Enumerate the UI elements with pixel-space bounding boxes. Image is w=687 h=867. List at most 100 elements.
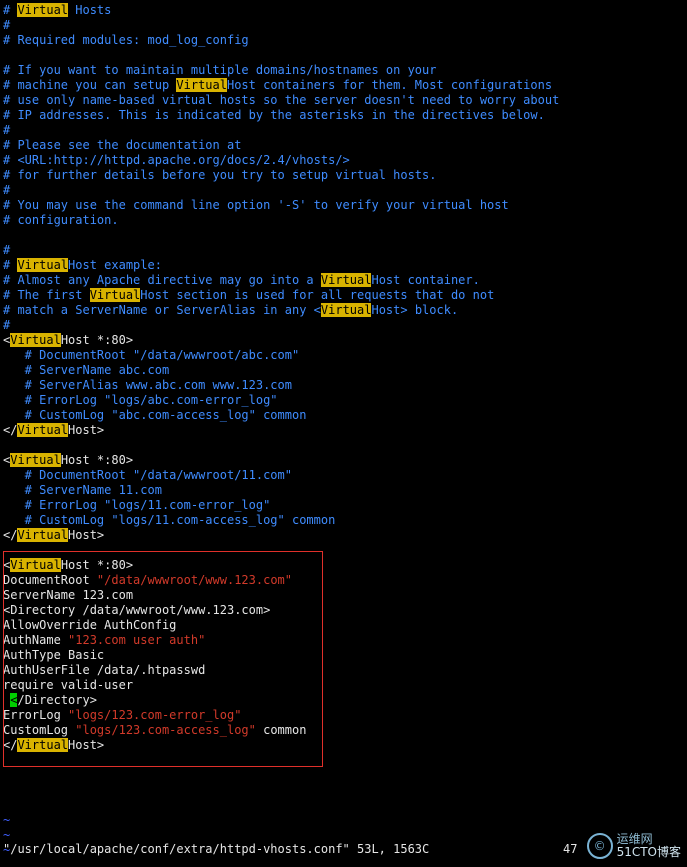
buffer-line[interactable]: # CustomLog "abc.com-access_log" common (3, 408, 685, 423)
buffer-line[interactable]: # VirtualHost example: (3, 258, 685, 273)
buffer-line[interactable] (3, 753, 685, 768)
buffer-line[interactable]: ~ (3, 828, 685, 843)
line-text: # The first (3, 288, 90, 302)
buffer-line[interactable]: # (3, 183, 685, 198)
buffer-line[interactable] (3, 48, 685, 63)
buffer-line[interactable] (3, 543, 685, 558)
buffer-line[interactable]: # ServerName abc.com (3, 363, 685, 378)
line-text: AuthType Basic (3, 648, 105, 662)
line-text: # CustomLog "abc.com-access_log" common (3, 408, 307, 422)
buffer-line[interactable]: AuthUserFile /data/.htpasswd (3, 663, 685, 678)
buffer-line[interactable]: # (3, 243, 685, 258)
buffer-line[interactable]: AuthType Basic (3, 648, 685, 663)
line-text: Host> (68, 738, 105, 752)
buffer-line[interactable]: # Virtual Hosts (3, 3, 685, 18)
buffer-line[interactable]: ServerName 123.com (3, 588, 685, 603)
buffer-line[interactable]: # DocumentRoot "/data/wwwroot/11.com" (3, 468, 685, 483)
line-text: AuthName (3, 633, 69, 647)
buffer-line[interactable]: <Directory /data/wwwroot/www.123.com> (3, 603, 685, 618)
line-text: ErrorLog (3, 708, 69, 722)
line-text: Host section is used for all requests th… (140, 288, 495, 302)
buffer-line[interactable]: # (3, 318, 685, 333)
line-text: # ServerName abc.com (3, 363, 170, 377)
buffer-line[interactable]: AuthName "123.com user auth" (3, 633, 685, 648)
buffer-line[interactable]: AllowOverride AuthConfig (3, 618, 685, 633)
buffer-line[interactable] (3, 228, 685, 243)
line-text: </ (3, 528, 18, 542)
buffer-line[interactable]: # If you want to maintain multiple domai… (3, 63, 685, 78)
buffer-line[interactable]: # configuration. (3, 213, 685, 228)
buffer-line[interactable]: ~ (3, 813, 685, 828)
line-text: AuthUserFile /data/.htpasswd (3, 663, 206, 677)
line-text: /Directory> (17, 693, 97, 707)
line-text: # (3, 318, 11, 332)
vim-buffer[interactable]: # Virtual Hosts # # Required modules: mod_… (3, 3, 685, 858)
buffer-line[interactable]: # match a ServerName or ServerAlias in a… (3, 303, 685, 318)
search-match: Virtual (17, 258, 69, 272)
buffer-line[interactable]: </VirtualHost> (3, 528, 685, 543)
buffer-line[interactable]: <VirtualHost *:80> (3, 333, 685, 348)
buffer-line[interactable]: CustomLog "logs/123.com-access_log" comm… (3, 723, 685, 738)
line-text: # CustomLog "logs/11.com-access_log" com… (3, 513, 336, 527)
buffer-line[interactable]: require valid-user (3, 678, 685, 693)
line-text: # ErrorLog "logs/abc.com-error_log" (3, 393, 278, 407)
status-line-position: 47 (563, 842, 578, 856)
buffer-line[interactable]: # machine you can setup VirtualHost cont… (3, 78, 685, 93)
line-text: # (3, 123, 11, 137)
buffer-line[interactable]: <VirtualHost *:80> (3, 453, 685, 468)
buffer-line[interactable]: # Required modules: mod_log_config (3, 33, 685, 48)
line-text: </ (3, 423, 18, 437)
buffer-line[interactable] (3, 438, 685, 453)
buffer-line[interactable]: # DocumentRoot "/data/wwwroot/abc.com" (3, 348, 685, 363)
line-text: # (3, 3, 18, 17)
buffer-line[interactable]: # The first VirtualHost section is used … (3, 288, 685, 303)
buffer-line[interactable]: # use only name-based virtual hosts so t… (3, 93, 685, 108)
buffer-line[interactable]: # for further details before you try to … (3, 168, 685, 183)
line-text: Host> (68, 528, 105, 542)
line-text: Hosts (68, 3, 112, 17)
line-text: require valid-user (3, 678, 134, 692)
line-text: # use only name-based virtual hosts so t… (3, 93, 560, 107)
buffer-line[interactable]: # ErrorLog "logs/11.com-error_log" (3, 498, 685, 513)
buffer-line[interactable]: ErrorLog "logs/123.com-error_log" (3, 708, 685, 723)
buffer-line[interactable]: # ServerAlias www.abc.com www.123.com (3, 378, 685, 393)
buffer-line[interactable]: # Almost any Apache directive may go int… (3, 273, 685, 288)
line-text: ~ (3, 828, 11, 842)
buffer-line[interactable]: # (3, 18, 685, 33)
buffer-line[interactable]: DocumentRoot "/data/wwwroot/www.123.com" (3, 573, 685, 588)
buffer-line[interactable]: # You may use the command line option '-… (3, 198, 685, 213)
buffer-line[interactable]: <VirtualHost *:80> (3, 558, 685, 573)
buffer-line[interactable]: # CustomLog "logs/11.com-access_log" com… (3, 513, 685, 528)
line-text: "logs/123.com-access_log" (75, 723, 256, 737)
line-text: "123.com user auth" (68, 633, 206, 647)
line-text: ServerName 123.com (3, 588, 134, 602)
buffer-line[interactable] (3, 798, 685, 813)
buffer-line[interactable]: # Please see the documentation at (3, 138, 685, 153)
line-text: Host *:80> (60, 333, 134, 347)
search-match: Virtual (17, 528, 69, 542)
line-text: ~ (3, 813, 11, 827)
buffer-line[interactable]: # IP addresses. This is indicated by the… (3, 108, 685, 123)
line-text: # IP addresses. This is indicated by the… (3, 108, 545, 122)
line-text: # for further details before you try to … (3, 168, 437, 182)
buffer-line[interactable]: </VirtualHost> (3, 738, 685, 753)
buffer-line[interactable]: # <URL:http://httpd.apache.org/docs/2.4/… (3, 153, 685, 168)
buffer-line[interactable]: </VirtualHost> (3, 423, 685, 438)
buffer-line[interactable]: # ServerName 11.com (3, 483, 685, 498)
search-match: Virtual (17, 738, 69, 752)
line-text: Host containers for them. Most configura… (226, 78, 553, 92)
line-text: Host example: (68, 258, 162, 272)
buffer-line[interactable]: # (3, 123, 685, 138)
buffer-line[interactable] (3, 768, 685, 783)
search-match: Virtual (320, 273, 372, 287)
line-text: </ (3, 738, 18, 752)
line-text: common (255, 723, 307, 737)
line-text: Host container. (371, 273, 480, 287)
watermark-logo-icon: © (586, 833, 613, 859)
buffer-line[interactable]: # ErrorLog "logs/abc.com-error_log" (3, 393, 685, 408)
line-text: # (3, 243, 11, 257)
buffer-line[interactable]: </Directory> (3, 693, 685, 708)
watermark: © 运维网 51CTO博客 (586, 833, 681, 859)
buffer-line[interactable] (3, 783, 685, 798)
line-text: # (3, 258, 18, 272)
